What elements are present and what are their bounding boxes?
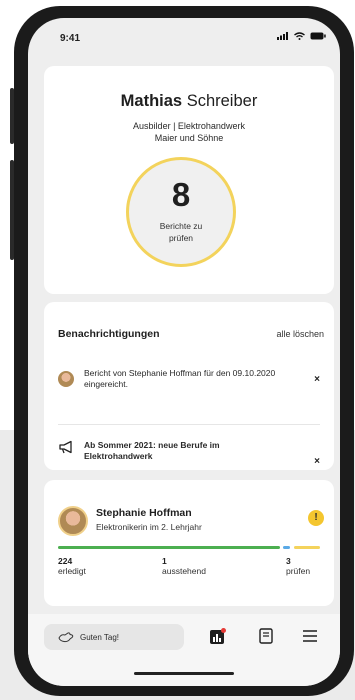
alert-icon[interactable]: ! [308,510,324,526]
notifications-card: Benachrichtigungen alle löschen Bericht … [44,302,334,470]
profile-card: Mathias Schreiber Ausbilder | Elektrohan… [44,66,334,294]
notification-item[interactable]: Bericht von Stephanie Hoffman für den 09… [58,368,320,400]
close-icon[interactable]: × [314,456,320,467]
notification-text: Ab Sommer 2021: neue Berufe im Elektroha… [84,440,220,461]
user-avatar [58,371,74,387]
stat-pending: 1 ausstehend [162,556,206,576]
stat-done-value: 224 [58,556,73,566]
divider [58,424,320,425]
signal-icon [277,32,288,40]
status-time: 9:41 [60,33,81,44]
wifi-icon [294,32,305,40]
stat-done: 224 erledigt [58,556,86,576]
side-button [10,160,14,260]
book-icon[interactable] [258,628,274,644]
stat-pending-label: ausstehend [162,566,206,576]
trainer-company: Maier und Söhne [154,133,224,143]
progress-done [58,546,280,549]
status-bar: 9:41 [28,18,340,58]
chart-icon[interactable] [210,628,226,644]
reports-label: Berichte zu prüfen [159,221,203,243]
progress-pending [283,546,290,549]
progress-review [294,546,320,549]
greeting-label: Guten Tag! [80,632,119,642]
stat-review-value: 3 [286,556,291,566]
trainee-card[interactable]: Stephanie Hoffman Elektronikerin im 2. L… [44,480,334,606]
megaphone-icon [59,440,72,454]
stat-review-label: prüfen [286,566,311,576]
first-name: Mathias [120,92,183,110]
trainer-name: Mathias Schreiber [44,92,334,111]
notification-item[interactable]: Ab Sommer 2021: neue Berufe im Elektroha… [58,436,320,467]
greeting-button[interactable]: Guten Tag! [44,624,184,650]
status-icons [277,32,326,40]
trainer-role: Ausbilder | Elektrohandwerk [133,121,245,131]
clear-all-link[interactable]: alle löschen [276,329,324,339]
trainee-name: Stephanie Hoffman [96,507,192,519]
close-icon[interactable]: × [314,374,320,385]
stat-review: 3 prüfen [286,556,310,576]
last-name: Schreiber [186,92,258,110]
reports-count: 8 [171,176,191,213]
hand-wave-icon [58,632,74,643]
stat-done-label: erledigt [58,566,86,576]
menu-icon[interactable] [302,628,318,644]
phone-screen: 9:41 Mathias Schreiber Ausbilder | Elekt… [28,18,340,686]
volume-button [10,88,14,144]
battery-icon [310,32,326,40]
trainee-avatar [58,506,88,536]
home-indicator[interactable] [134,672,234,675]
stat-pending-value: 1 [162,556,167,566]
notifications-title: Benachrichtigungen [58,328,160,340]
notification-text: Bericht von Stephanie Hoffman für den 09… [84,368,276,389]
tab-bar: Guten Tag! [28,614,340,686]
trainee-description: Elektronikerin im 2. Lehrjahr [96,522,202,532]
reports-counter[interactable]: 8 Berichte zu prüfen [126,157,236,267]
